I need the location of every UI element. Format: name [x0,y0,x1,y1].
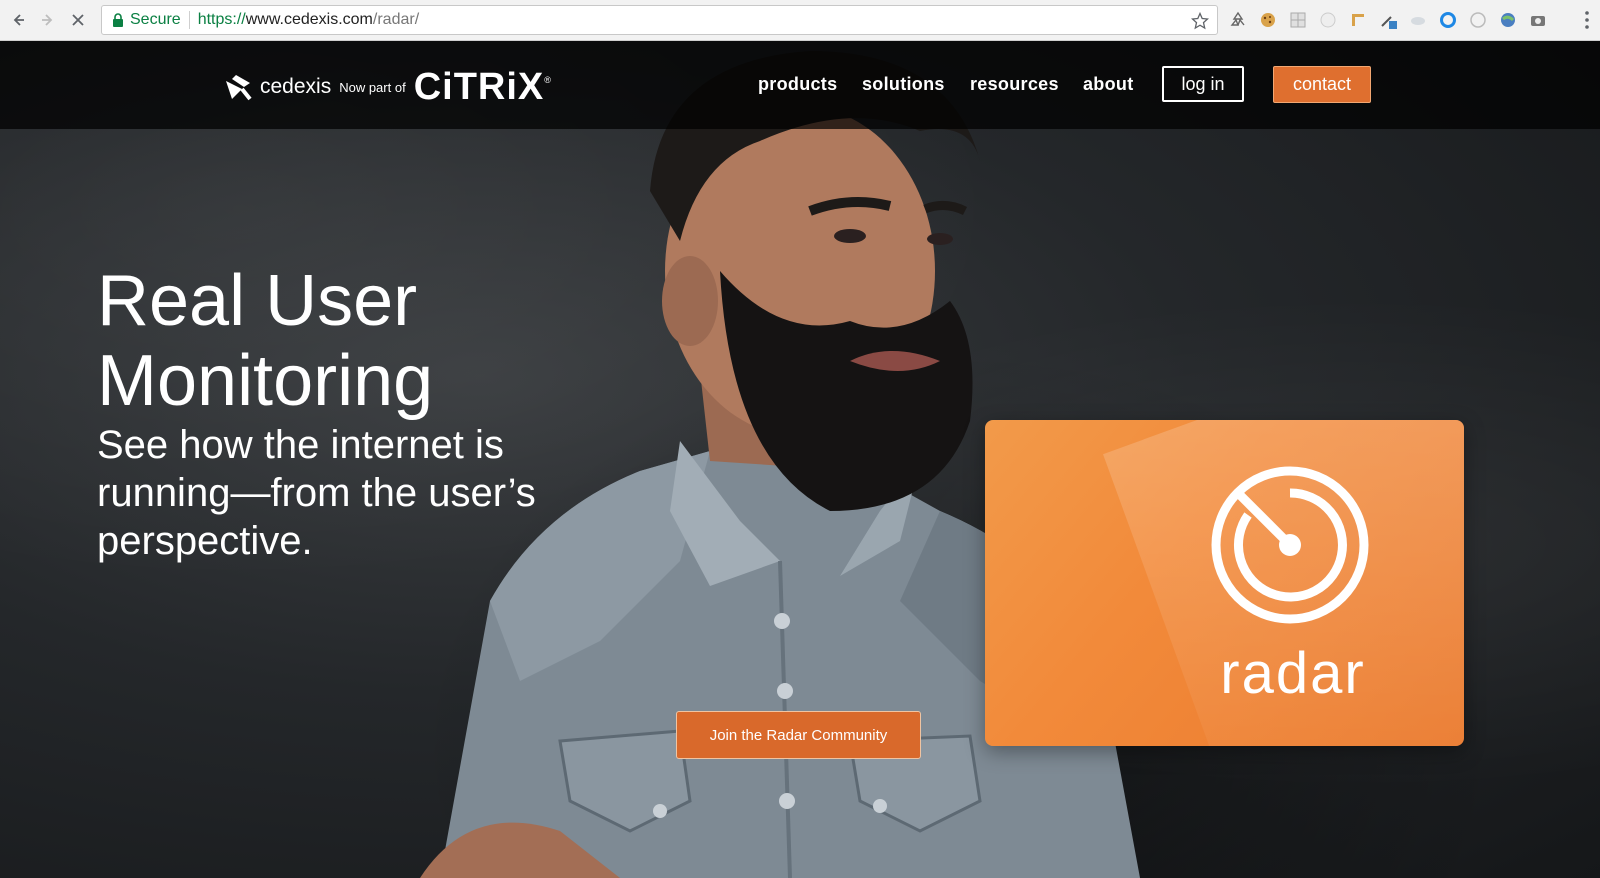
browser-menu-icon[interactable] [1584,9,1590,31]
nav-products-link[interactable]: products [758,74,837,95]
lock-icon [113,13,123,27]
nav-about-link[interactable]: about [1083,74,1134,95]
hero-title: Real User Monitoring [97,261,657,421]
radar-product-card: radar [985,420,1464,746]
secure-label: Secure [130,11,181,28]
ruler-extension-icon[interactable] [1349,11,1367,29]
nav-solutions[interactable]: solutions [862,65,945,103]
login-button[interactable]: log in [1162,66,1244,102]
empty-circle-extension-icon[interactable] [1469,11,1487,29]
contact-button[interactable]: contact [1273,66,1371,103]
address-bar[interactable]: Secure https://www.cedexis.com/radar/ [101,5,1218,35]
browser-toolbar: Secure https://www.cedexis.com/radar/ [0,0,1600,41]
hero-title-line1: Real User [97,261,418,341]
web-page: radar cedexis Now part of CiTRiX ® produ… [0,41,1600,878]
hero-title-line2: Monitoring [97,341,434,421]
globe-extension-icon[interactable] [1499,11,1517,29]
cedexis-mark-icon [226,75,252,101]
back-button[interactable] [6,8,30,32]
eyedropper-extension-icon[interactable] [1379,11,1397,29]
address-divider [188,11,190,29]
forward-button[interactable] [36,8,60,32]
grid-extension-icon[interactable] [1289,11,1307,29]
url-path: /radar/ [372,11,420,28]
back-arrow-icon [13,14,24,26]
stop-button[interactable] [66,8,90,32]
nav-resources-link[interactable]: resources [970,74,1059,95]
registered-mark: ® [544,75,551,85]
url-host: www.cedexis.com [245,11,373,28]
logo-cedexis-text: cedexis [260,75,332,98]
camera-extension-icon[interactable] [1529,11,1547,29]
circle-extension-icon[interactable] [1319,11,1337,29]
nav-resources[interactable]: resources [970,65,1059,103]
cloud-extension-icon[interactable] [1409,11,1427,29]
nav-products[interactable]: products [758,65,837,103]
bookmark-star-icon[interactable] [1191,12,1209,30]
cedexis-citrix-logo[interactable]: cedexis Now part of CiTRiX ® [222,65,551,108]
url-scheme: https:// [197,11,246,28]
close-icon [72,14,84,26]
nav-about[interactable]: about [1083,65,1134,103]
logo-now-part-of-text: Now part of [339,79,406,95]
ring-extension-icon[interactable] [1439,11,1457,29]
radar-wordmark: radar [1220,641,1366,706]
recycle-extension-icon[interactable] [1229,11,1247,29]
hero-subtitle: See how the internet is running—from the… [97,423,536,563]
radar-icon [1211,466,1369,624]
site-header: cedexis Now part of CiTRiX ® products so… [0,41,1600,129]
cookie-extension-icon[interactable] [1259,11,1277,29]
nav-solutions-link[interactable]: solutions [862,74,945,95]
join-radar-community-button[interactable]: Join the Radar Community [676,711,921,759]
forward-arrow-icon [42,14,53,26]
logo-citrix-text: CiTRiX [413,65,545,108]
